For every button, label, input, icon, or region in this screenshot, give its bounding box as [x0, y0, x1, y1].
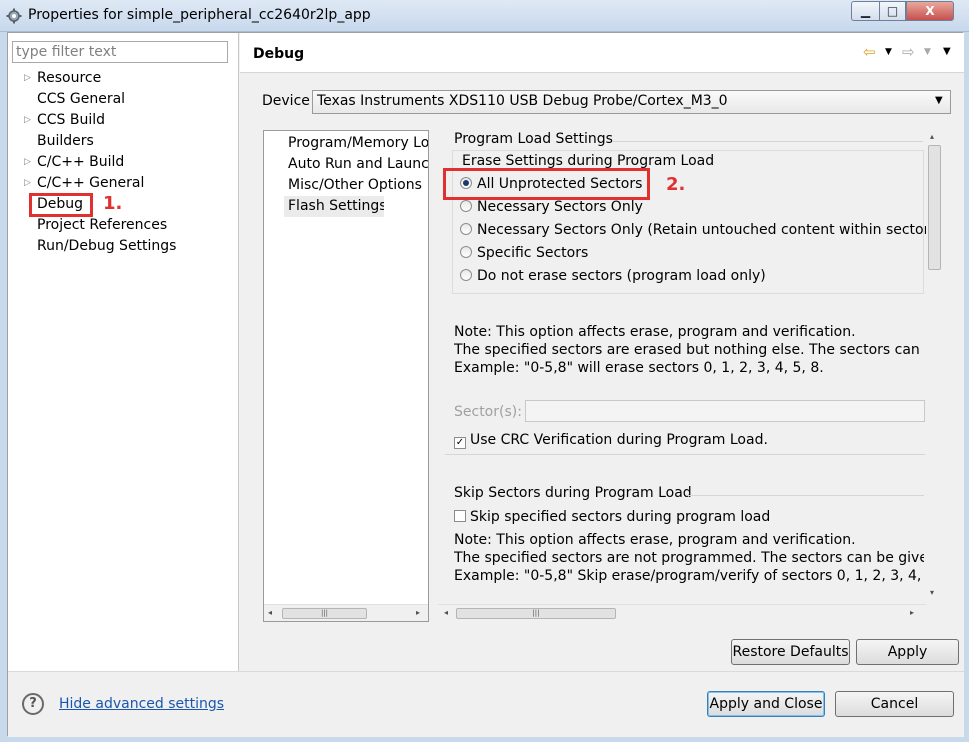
forward-arrow-icon[interactable]: ⇨: [902, 43, 915, 61]
crc-label: Use CRC Verification during Program Load…: [470, 432, 768, 448]
scrollbar-thumb[interactable]: |||: [282, 608, 367, 619]
maximize-button[interactable]: □: [879, 1, 906, 21]
section-divider: [445, 454, 925, 455]
group-title-program-load: Program Load Settings: [454, 131, 613, 147]
radio-label: Specific Sectors: [477, 245, 589, 261]
back-arrow-icon[interactable]: ⇦: [863, 43, 876, 61]
dialog-client: ▷ Resource CCS General ▷ CCS Build Build…: [7, 32, 964, 737]
cancel-button[interactable]: Cancel: [835, 691, 954, 717]
scroll-left-icon[interactable]: ◂: [268, 608, 272, 617]
sectors-input[interactable]: [525, 400, 925, 422]
annotation-box-all-unprotected: [443, 168, 650, 200]
back-menu-icon[interactable]: ▼: [885, 47, 892, 57]
radio-icon: [460, 223, 472, 235]
window-title: Properties for simple_peripheral_cc2640r…: [28, 7, 371, 23]
tree-item-cpp-build[interactable]: C/C++ Build: [37, 152, 124, 173]
page-title: Debug: [253, 46, 305, 62]
scroll-left-icon[interactable]: ◂: [444, 608, 448, 617]
annotation-step-2: 2.: [666, 174, 686, 195]
list-item[interactable]: Auto Run and Launc: [288, 154, 428, 175]
title-bar[interactable]: Properties for simple_peripheral_cc2640r…: [0, 0, 969, 32]
tree-item-run-debug-settings[interactable]: Run/Debug Settings: [37, 236, 176, 257]
apply-and-close-button[interactable]: Apply and Close: [707, 691, 825, 717]
sectors-label: Sector(s):: [454, 404, 522, 420]
radio-do-not-erase[interactable]: Do not erase sectors (program load only): [460, 265, 766, 287]
maximize-icon: □: [886, 4, 899, 18]
annotation-step-1: 1.: [103, 193, 123, 214]
group-divider: [613, 141, 923, 142]
expand-icon[interactable]: ▷: [24, 110, 32, 131]
scroll-down-icon[interactable]: ▾: [930, 588, 934, 597]
forward-menu-icon[interactable]: ▼: [924, 47, 931, 57]
radio-icon: [460, 246, 472, 258]
scroll-right-icon[interactable]: ▸: [910, 608, 914, 617]
device-value: Texas Instruments XDS110 USB Debug Probe…: [317, 93, 728, 109]
tree-item-resource[interactable]: Resource: [37, 68, 101, 89]
group-title-skip: Skip Sectors during Program Load: [454, 485, 692, 501]
tree-item-project-references[interactable]: Project References: [37, 215, 167, 236]
category-tree-pane: ▷ Resource CCS General ▷ CCS Build Build…: [8, 33, 239, 671]
view-menu-icon[interactable]: ▼: [943, 46, 951, 57]
tree-item-cpp-general[interactable]: C/C++ General: [37, 173, 144, 194]
horizontal-scrollbar[interactable]: ◂ ||| ▸: [438, 604, 926, 621]
skip-checkbox-label: Skip specified sectors during program lo…: [470, 509, 771, 525]
flash-settings-panel: Program Load Settings Erase Settings dur…: [438, 130, 947, 624]
radio-label: Necessary Sectors Only: [477, 199, 643, 215]
apply-button[interactable]: Apply: [856, 639, 959, 665]
radio-label: Necessary Sectors Only (Retain untouched…: [477, 222, 935, 238]
check-icon: ✓: [454, 437, 466, 449]
expand-icon[interactable]: ▷: [24, 68, 32, 89]
crc-checkbox[interactable]: ✓ Use CRC Verification during Program Loa…: [454, 431, 768, 449]
radio-icon: [460, 200, 472, 212]
filter-input[interactable]: [12, 41, 228, 63]
tree-item-debug[interactable]: Debug: [37, 194, 83, 215]
checkbox-icon: [454, 510, 466, 522]
minimize-icon: ▁: [860, 4, 871, 18]
vertical-scrollbar[interactable]: ▴ ▾: [926, 130, 943, 604]
expand-icon[interactable]: ▷: [24, 173, 32, 194]
radio-specific-sectors[interactable]: Specific Sectors: [460, 242, 588, 264]
skip-checkbox[interactable]: Skip specified sectors during program lo…: [454, 508, 770, 526]
list-item-selected[interactable]: Flash Settings: [284, 196, 384, 217]
debug-category-list[interactable]: Program/Memory Lo Auto Run and Launc Mis…: [263, 130, 429, 622]
horizontal-scrollbar[interactable]: ◂ ||| ▸: [264, 604, 428, 621]
radio-label: Do not erase sectors (program load only): [477, 268, 766, 284]
group-title-erase: Erase Settings during Program Load: [462, 153, 719, 169]
device-label: Device: [262, 93, 310, 109]
tree-item-builders[interactable]: Builders: [37, 131, 94, 152]
scroll-up-icon[interactable]: ▴: [930, 132, 934, 141]
help-icon[interactable]: ?: [22, 693, 44, 715]
erase-note-line: Note: This option affects erase, program…: [454, 324, 856, 340]
list-item[interactable]: Misc/Other Options: [288, 175, 428, 196]
tree-item-ccs-general[interactable]: CCS General: [37, 89, 125, 110]
app-icon: [6, 8, 22, 24]
property-page: Debug ⇦ ▼ ⇨ ▼ ▼ Device Texas Instruments…: [240, 33, 964, 671]
scrollbar-thumb[interactable]: |||: [456, 608, 616, 619]
restore-defaults-button[interactable]: Restore Defaults: [731, 639, 850, 665]
radio-necessary-retain[interactable]: Necessary Sectors Only (Retain untouched…: [460, 219, 935, 241]
device-select[interactable]: Texas Instruments XDS110 USB Debug Probe…: [312, 90, 951, 114]
scroll-right-icon[interactable]: ▸: [416, 608, 420, 617]
minimize-button[interactable]: ▁: [851, 1, 879, 21]
dialog-footer: ? Hide advanced settings Apply and Close…: [8, 671, 964, 737]
tree-item-ccs-build[interactable]: CCS Build: [37, 110, 105, 131]
erase-note-line: Example: "0-5,8" will erase sectors 0, 1…: [454, 360, 824, 376]
list-item[interactable]: Program/Memory Lo: [288, 133, 428, 154]
close-icon: X: [925, 4, 935, 18]
hide-advanced-settings-link[interactable]: Hide advanced settings: [59, 696, 224, 712]
erase-note-line: The specified sectors are erased but not…: [454, 342, 924, 358]
radio-icon: [460, 269, 472, 281]
close-button[interactable]: X: [906, 1, 954, 21]
scrollbar-thumb[interactable]: [928, 145, 941, 270]
skip-note-line: Note: This option affects erase, program…: [454, 532, 856, 548]
chevron-down-icon[interactable]: ▼: [935, 95, 943, 106]
skip-note-line: The specified sectors are not programmed…: [454, 550, 924, 566]
expand-icon[interactable]: ▷: [24, 152, 32, 173]
group-divider: [688, 495, 924, 496]
page-header: Debug ⇦ ▼ ⇨ ▼ ▼: [240, 33, 964, 73]
skip-note-line: Example: "0-5,8" Skip erase/program/veri…: [454, 568, 924, 584]
